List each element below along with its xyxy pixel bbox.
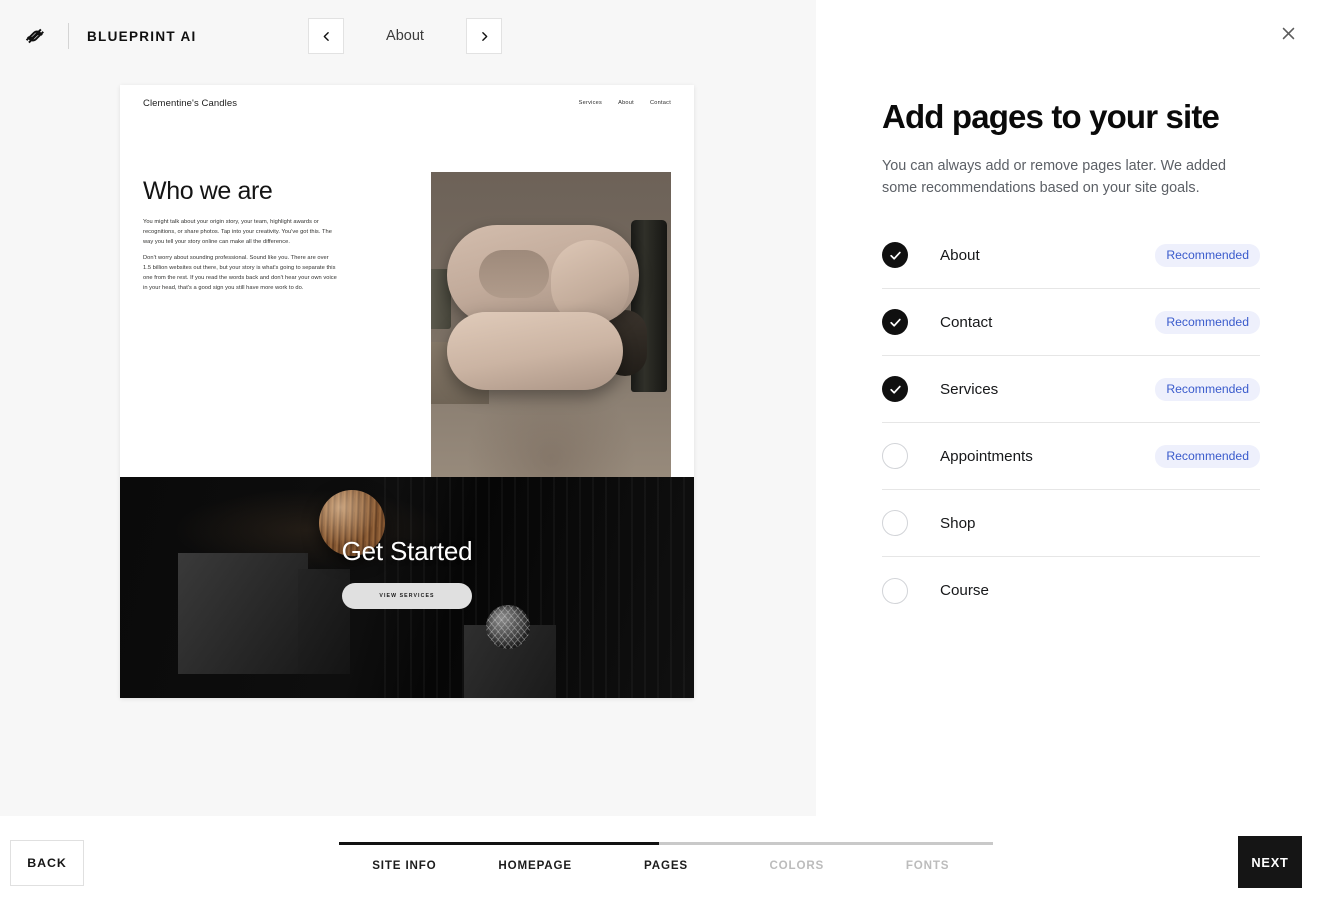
- chevron-left-icon: [320, 30, 333, 43]
- preview-about-paragraph-1: You might talk about your origin story, …: [143, 219, 332, 245]
- preview-about-paragraph-2: Don't worry about sounding professional.…: [143, 255, 337, 291]
- page-option-label: Course: [940, 582, 989, 599]
- brand: BLUEPRINT AI: [0, 21, 197, 51]
- page-subtitle: You can always add or remove pages later…: [882, 158, 1226, 197]
- page-option-services[interactable]: Services Recommended: [882, 356, 1260, 423]
- chevron-right-icon: [478, 30, 491, 43]
- page-option-label: About: [940, 246, 980, 264]
- wizard-progress: SITE INFO HOMEPAGE PAGES COLORS FONTS: [339, 842, 993, 872]
- brand-divider: [68, 23, 69, 49]
- previous-page-button[interactable]: [308, 18, 344, 54]
- top-bar: BLUEPRINT AI About: [0, 0, 816, 72]
- checkbox-unchecked-icon[interactable]: [882, 577, 908, 604]
- checkbox-unchecked-icon[interactable]: [882, 443, 908, 469]
- preview-nav-about[interactable]: About: [618, 100, 634, 106]
- photo-chair-inner: [479, 250, 549, 298]
- step-fonts[interactable]: FONTS: [862, 859, 993, 872]
- page-option-appointments[interactable]: Appointments Recommended: [882, 423, 1260, 490]
- recommended-badge: Recommended: [1155, 310, 1260, 334]
- squarespace-logo-icon: [20, 21, 50, 51]
- recommended-badge: Recommended: [1155, 243, 1260, 267]
- checkbox-checked-icon[interactable]: [882, 309, 908, 335]
- back-button[interactable]: BACK: [10, 840, 84, 886]
- wizard-step-labels: SITE INFO HOMEPAGE PAGES COLORS FONTS: [339, 859, 993, 872]
- close-button[interactable]: [1274, 22, 1302, 50]
- current-page-label: About: [386, 28, 424, 44]
- step-colors[interactable]: COLORS: [731, 859, 862, 872]
- recommended-badge: Recommended: [1155, 444, 1260, 468]
- page-option-label: Services: [940, 380, 999, 398]
- hero-wire-ball: [486, 605, 530, 649]
- preview-nav-contact[interactable]: Contact: [650, 100, 671, 106]
- page-option-course[interactable]: Course: [882, 557, 1260, 624]
- step-site-info[interactable]: SITE INFO: [339, 859, 470, 872]
- close-icon: [1280, 25, 1297, 47]
- preview-site-header: Clementine's Candles Services About Cont…: [120, 85, 694, 121]
- preview-about-section: Who we are You might talk about your ori…: [120, 121, 694, 483]
- add-pages-panel: Add pages to your site You can always ad…: [816, 0, 1320, 816]
- page-option-label: Appointments: [940, 447, 1033, 465]
- recommended-badge: Recommended: [1155, 377, 1260, 401]
- preview-site-nav: Services About Contact: [579, 100, 671, 106]
- checkbox-unchecked-icon[interactable]: [882, 510, 908, 536]
- preview-nav-services[interactable]: Services: [579, 100, 602, 106]
- preview-hero-section: Get Started VIEW SERVICES: [120, 477, 694, 698]
- checkbox-checked-icon[interactable]: [882, 376, 908, 402]
- page-option-about[interactable]: About Recommended: [882, 222, 1260, 289]
- wizard-footer: BACK SITE INFO HOMEPAGE PAGES COLORS FON…: [0, 816, 1320, 905]
- photo-chair-seat: [447, 312, 623, 390]
- preview-about-heading: Who we are: [143, 177, 273, 205]
- page-option-shop[interactable]: Shop: [882, 490, 1260, 557]
- preview-panel: BLUEPRINT AI About Clementine's Candles …: [0, 0, 816, 816]
- progress-fill: [339, 842, 660, 845]
- hero-content: Get Started VIEW SERVICES: [120, 536, 694, 609]
- checkbox-checked-icon[interactable]: [882, 242, 908, 268]
- hero-cta-button[interactable]: VIEW SERVICES: [342, 583, 472, 609]
- page-option-label: Shop: [940, 514, 976, 532]
- page-option-contact[interactable]: Contact Recommended: [882, 289, 1260, 356]
- page-navigator: About: [308, 18, 502, 54]
- progress-track: [339, 842, 993, 845]
- preview-about-body: You might talk about your origin story, …: [143, 218, 338, 301]
- page-options-list: About Recommended Contact Recommended Se…: [882, 222, 1260, 624]
- step-pages[interactable]: PAGES: [601, 859, 732, 872]
- page-option-label: Contact: [940, 313, 993, 331]
- preview-about-image: [431, 172, 671, 483]
- page-builder-screen: BLUEPRINT AI About Clementine's Candles …: [0, 0, 1320, 905]
- next-button[interactable]: NEXT: [1238, 836, 1302, 888]
- next-page-button[interactable]: [466, 18, 502, 54]
- site-preview[interactable]: Clementine's Candles Services About Cont…: [120, 85, 694, 698]
- page-title: Add pages to your site: [882, 98, 1220, 135]
- step-homepage[interactable]: HOMEPAGE: [470, 859, 601, 872]
- brand-name: BLUEPRINT AI: [87, 28, 197, 44]
- preview-site-name: Clementine's Candles: [143, 97, 238, 109]
- hero-title: Get Started: [341, 536, 473, 566]
